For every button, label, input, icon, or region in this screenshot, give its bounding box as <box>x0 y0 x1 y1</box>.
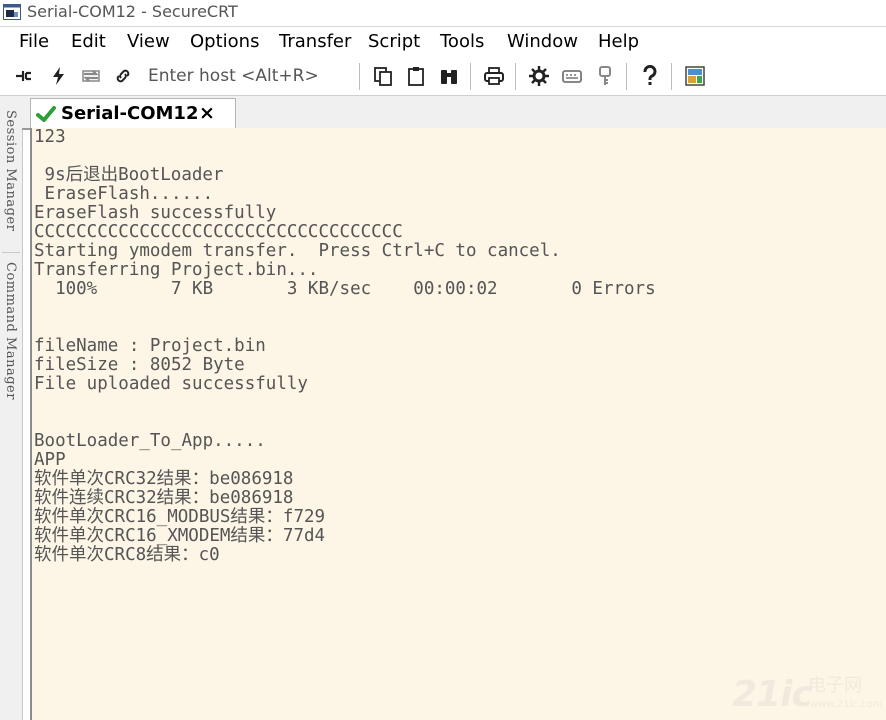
copy-icon[interactable] <box>371 64 395 88</box>
toolbar-separator <box>470 63 471 90</box>
terminal-line: 软件单次CRC32结果：be086918 <box>34 469 294 489</box>
help-icon[interactable] <box>638 64 662 88</box>
terminal-line: Transferring Project.bin... <box>34 260 319 280</box>
terminal-line: APP <box>34 450 66 470</box>
sidebar-divider <box>2 252 20 253</box>
tab-label: Serial-COM12 <box>61 103 199 124</box>
terminal-line: EraseFlash successfully <box>34 203 277 223</box>
terminal-line: File uploaded successfully <box>34 374 308 394</box>
menu-script[interactable]: Script <box>368 31 420 53</box>
session-manager-tab[interactable]: Session Manager <box>0 110 22 246</box>
terminal-line: 软件单次CRC8结果：c0 <box>34 545 220 565</box>
terminal-line: 9s后退出BootLoader <box>34 165 224 185</box>
window-title: Serial-COM12 - SecureCRT <box>27 2 238 21</box>
menu-view[interactable]: View <box>127 31 170 53</box>
print-icon[interactable] <box>482 64 506 88</box>
disconnect-icon[interactable] <box>111 64 135 88</box>
menu-options[interactable]: Options <box>190 31 259 53</box>
menu-window[interactable]: Window <box>507 31 578 53</box>
settings-icon[interactable] <box>527 64 551 88</box>
menu-file[interactable]: File <box>19 31 49 53</box>
terminal-line: Starting ymodem transfer. Press Ctrl+C t… <box>34 241 561 261</box>
terminal-line: fileName : Project.bin <box>34 336 266 356</box>
tab-serial-com12[interactable]: Serial-COM12 × <box>30 98 236 129</box>
command-manager-tab[interactable]: Command Manager <box>0 262 22 402</box>
terminal-line: 软件单次CRC16_XMODEM结果：77d4 <box>34 526 326 546</box>
reconnect-icon[interactable] <box>79 64 103 88</box>
close-tab-button[interactable]: × <box>199 102 215 124</box>
watermark-logo: 21ic 电子网 www.21ic.com <box>732 674 882 716</box>
watermark-name: 电子网 <box>808 675 862 696</box>
quick-connect-icon[interactable] <box>46 64 70 88</box>
connect-icon[interactable] <box>12 64 36 88</box>
terminal-line: fileSize : 8052 Byte <box>34 355 245 375</box>
toolbar-separator <box>359 63 360 90</box>
toolbar-separator <box>515 63 516 90</box>
toolbar-separator <box>671 63 672 90</box>
connected-check-icon <box>36 106 56 122</box>
terminal-output[interactable]: 123 9s后退出BootLoader EraseFlash...... Eras… <box>30 128 886 720</box>
watermark-mark: 21ic <box>732 674 813 715</box>
menu-transfer[interactable]: Transfer <box>279 31 351 53</box>
host-input[interactable]: Enter host <Alt+R> <box>148 64 353 88</box>
toolbar-separator <box>626 63 627 90</box>
terminal-line: 软件连续CRC32结果：be086918 <box>34 488 294 508</box>
terminal-line: CCCCCCCCCCCCCCCCCCCCCCCCCCCCCCCCCCC <box>34 222 403 242</box>
key-icon[interactable] <box>593 64 617 88</box>
session-manager-label: Session Manager <box>3 110 18 232</box>
terminal-line: 100% 7 KB 3 KB/sec 00:00:02 0 Errors <box>34 279 656 299</box>
menu-help[interactable]: Help <box>598 31 639 53</box>
sftp-icon[interactable] <box>683 64 707 88</box>
command-manager-label: Command Manager <box>3 262 18 400</box>
terminal-line: 软件单次CRC16_MODBUS结果：f729 <box>34 507 326 527</box>
session-tab-strip: Serial-COM12 × <box>22 96 886 130</box>
terminal-line: EraseFlash...... <box>34 184 214 204</box>
securecrt-app-icon <box>3 4 21 20</box>
terminal-lines: 123 9s后退出BootLoader EraseFlash...... Eras… <box>34 128 656 565</box>
find-icon[interactable] <box>437 64 461 88</box>
title-bar: Serial-COM12 - SecureCRT <box>0 0 886 27</box>
menu-tools[interactable]: Tools <box>440 31 484 53</box>
menu-edit[interactable]: Edit <box>71 31 106 53</box>
watermark-url: www.21ic.com <box>810 699 883 710</box>
terminal-line: BootLoader_To_App..... <box>34 431 266 451</box>
paste-icon[interactable] <box>404 64 428 88</box>
toolbar: Enter host <Alt+R> <box>0 58 886 96</box>
menu-bar: File Edit View Options Transfer Script T… <box>0 28 886 56</box>
keymap-icon[interactable] <box>560 64 584 88</box>
terminal-line: 123 <box>34 127 66 147</box>
side-panel: Session Manager Command Manager <box>0 96 23 720</box>
